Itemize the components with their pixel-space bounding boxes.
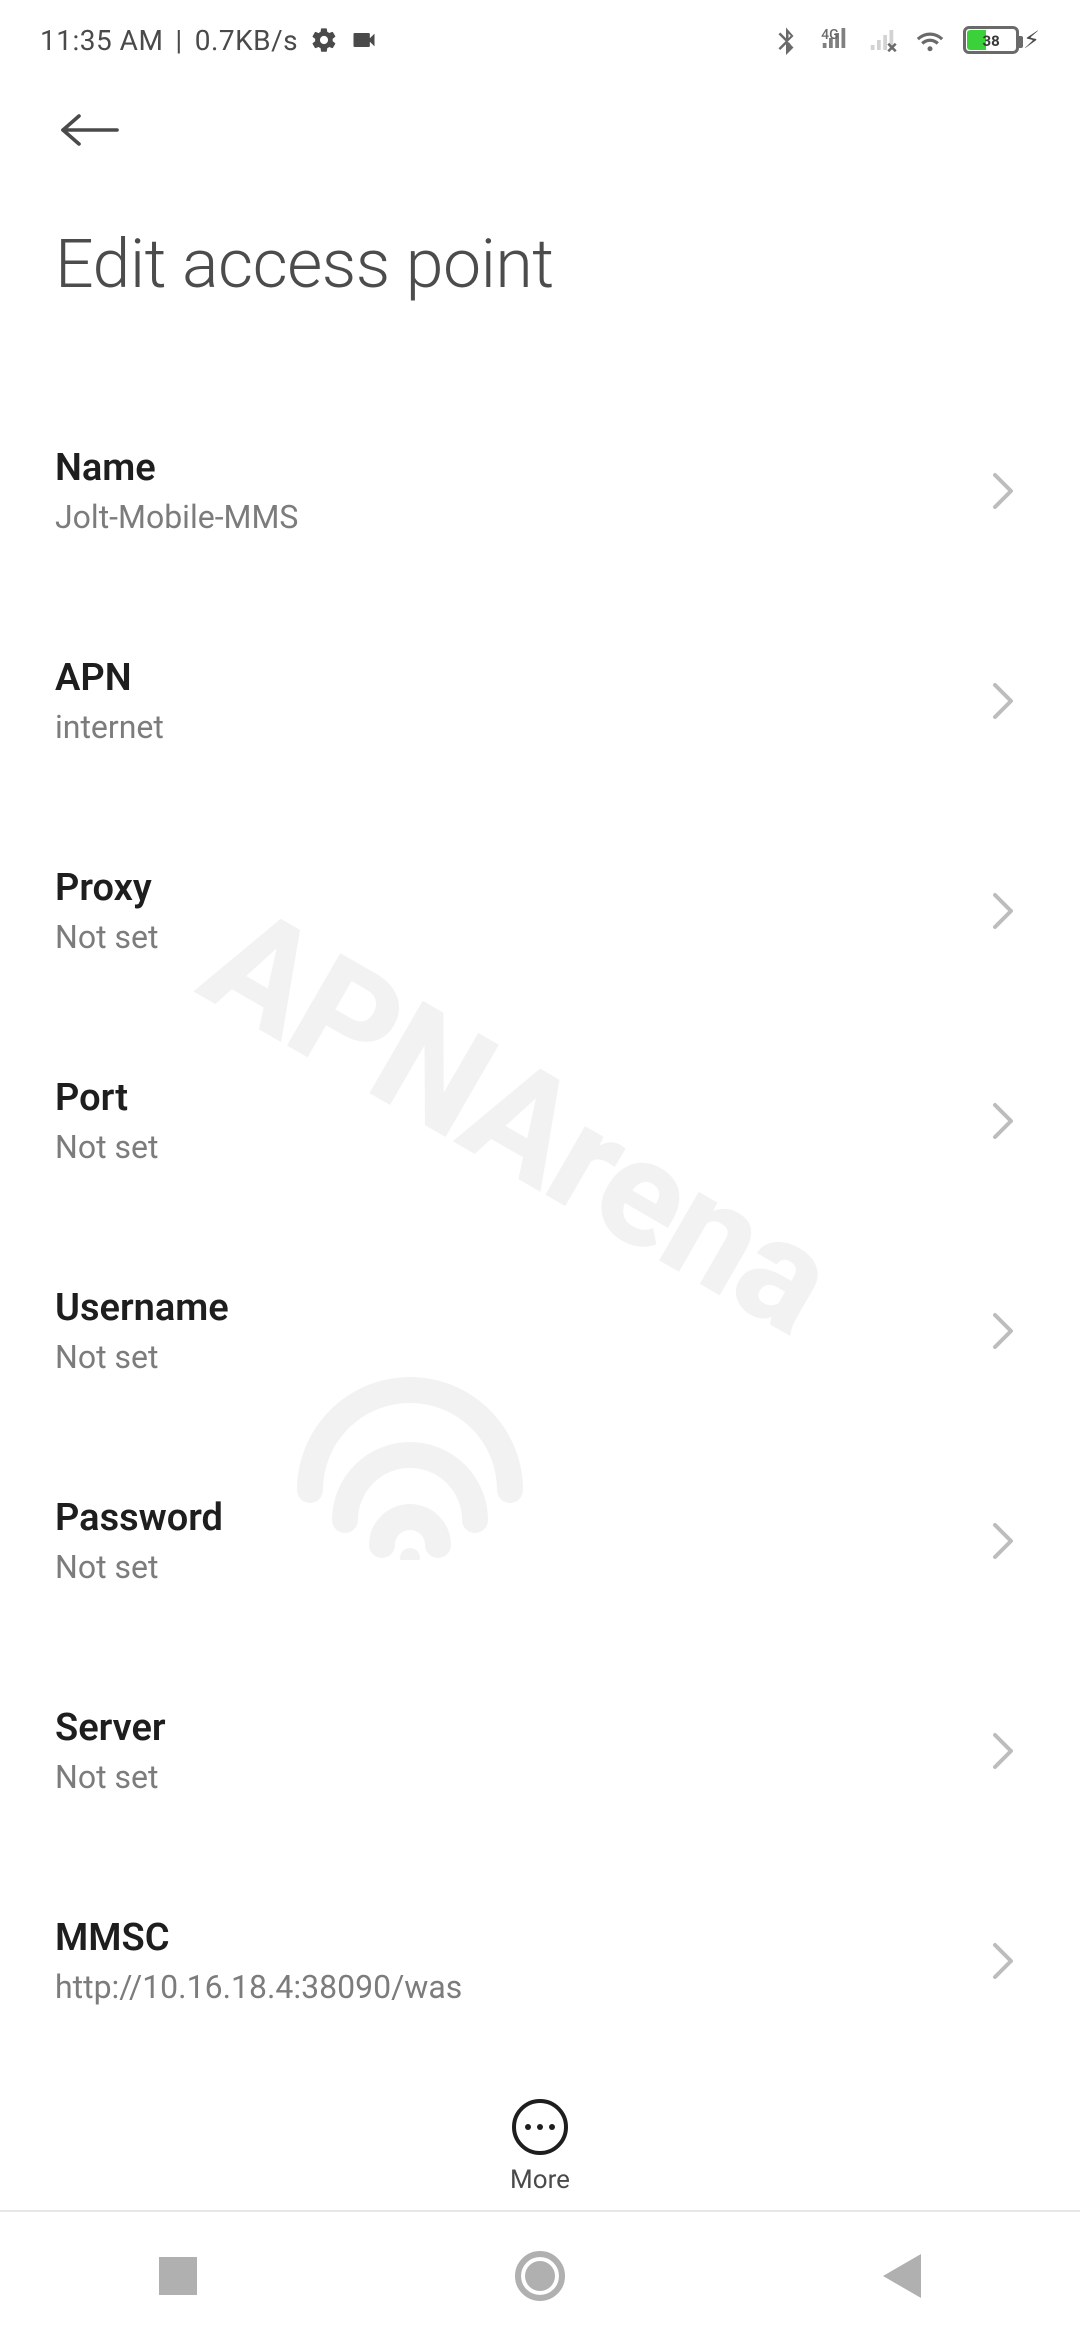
setting-label: Name: [55, 446, 298, 490]
setting-row-apn[interactable]: APN internet: [0, 620, 1080, 782]
settings-list: Name Jolt-Mobile-MMS APN internet Proxy …: [0, 410, 1080, 2080]
setting-label: APN: [55, 656, 164, 700]
setting-label: MMSC: [55, 1916, 462, 1960]
setting-label: Port: [55, 1076, 158, 1120]
setting-row-password[interactable]: Password Not set: [0, 1460, 1080, 1622]
chevron-right-icon: [989, 889, 1017, 933]
setting-label: Password: [55, 1496, 223, 1540]
setting-label: Server: [55, 1706, 166, 1750]
chevron-right-icon: [989, 1729, 1017, 1773]
status-left: 11:35 AM | 0.7KB/s: [40, 24, 378, 57]
navigation-bar: [0, 2210, 1080, 2340]
setting-label: Proxy: [55, 866, 158, 910]
nav-recents-button[interactable]: [159, 2257, 197, 2295]
setting-row-server[interactable]: Server Not set: [0, 1670, 1080, 1832]
status-time: 11:35 AM: [40, 24, 163, 57]
more-button[interactable]: More: [0, 2039, 1080, 2195]
signal-bars-icon: [819, 23, 849, 53]
back-arrow-button[interactable]: [55, 110, 125, 150]
status-right: 4G 38 ⚡︎: [771, 25, 1040, 55]
more-label: More: [510, 2165, 570, 2195]
camera-icon: [350, 26, 378, 54]
more-dots-icon: [512, 2099, 568, 2155]
status-data-rate: 0.7KB/s: [195, 24, 298, 57]
charging-icon: ⚡︎: [1023, 26, 1040, 54]
setting-value: Not set: [55, 1128, 158, 1166]
chevron-right-icon: [989, 1309, 1017, 1353]
wifi-icon: [915, 25, 945, 55]
setting-row-port[interactable]: Port Not set: [0, 1040, 1080, 1202]
status-bar: 11:35 AM | 0.7KB/s 4G 38 ⚡︎: [0, 0, 1080, 80]
battery-percent: 38: [966, 32, 1016, 50]
setting-row-mmsc[interactable]: MMSC http://10.16.18.4:38090/was: [0, 1880, 1080, 2042]
nav-home-button[interactable]: [515, 2251, 565, 2301]
chevron-right-icon: [989, 1099, 1017, 1143]
setting-row-username[interactable]: Username Not set: [0, 1250, 1080, 1412]
chevron-right-icon: [989, 1939, 1017, 1983]
chevron-right-icon: [989, 469, 1017, 513]
signal-1-group: 4G: [819, 27, 849, 53]
setting-value: Not set: [55, 918, 158, 956]
setting-row-name[interactable]: Name Jolt-Mobile-MMS: [0, 410, 1080, 572]
setting-value: Not set: [55, 1548, 223, 1586]
setting-value: Not set: [55, 1758, 166, 1796]
setting-value: internet: [55, 708, 164, 746]
setting-value: http://10.16.18.4:38090/was: [55, 1968, 462, 2006]
setting-row-proxy[interactable]: Proxy Not set: [0, 830, 1080, 992]
battery-indicator: 38 ⚡︎: [963, 26, 1040, 54]
chevron-right-icon: [989, 679, 1017, 723]
page-title: Edit access point: [0, 174, 1080, 364]
chevron-right-icon: [989, 1519, 1017, 1563]
setting-value: Not set: [55, 1338, 229, 1376]
gear-icon: [310, 26, 338, 54]
nav-back-button[interactable]: [883, 2254, 921, 2298]
setting-label: Username: [55, 1286, 229, 1330]
status-separator: |: [175, 24, 182, 57]
bluetooth-icon: [771, 25, 801, 55]
signal-no-sim-icon: [867, 25, 897, 55]
setting-value: Jolt-Mobile-MMS: [55, 498, 298, 536]
